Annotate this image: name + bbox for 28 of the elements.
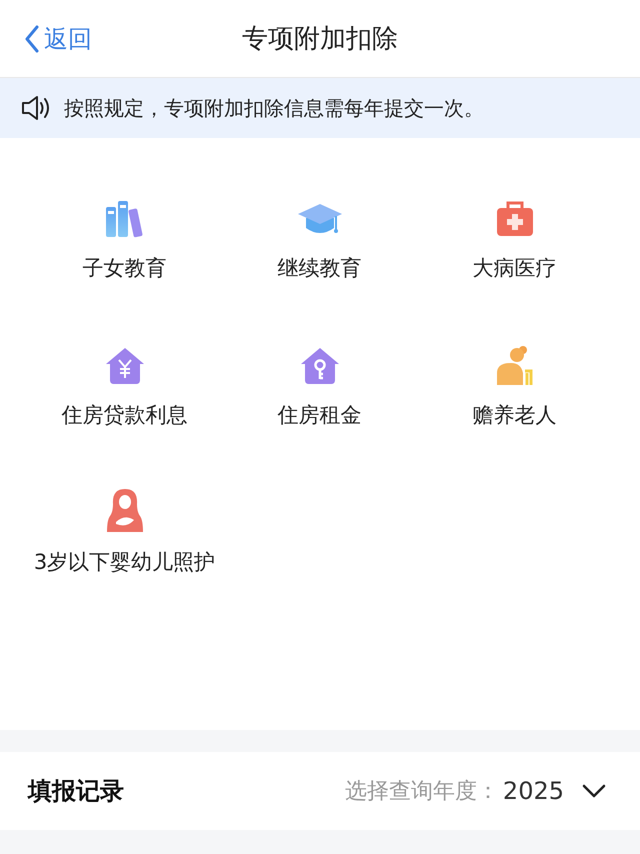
mother-with-baby-icon [106, 488, 142, 532]
category-label: 3岁以下婴幼儿照护 [32, 549, 216, 576]
back-button[interactable]: 返回 [24, 22, 92, 54]
category-item[interactable]: 3岁以下婴幼儿照护 [27, 490, 222, 637]
books-icon [104, 200, 146, 238]
records-title: 填报记录 [28, 776, 125, 807]
category-item[interactable]: 继续教育 [222, 196, 417, 343]
category-item[interactable]: 赡养老人 [417, 343, 612, 490]
elderly-person-icon [494, 345, 534, 385]
category-item[interactable]: 大病医疗 [417, 196, 612, 343]
category-label: 子女教育 [82, 255, 168, 282]
category-label: 住房租金 [276, 402, 362, 429]
category-label: 大病医疗 [472, 255, 558, 282]
notice-text: 按照规定，专项附加扣除信息需每年提交一次。 [64, 94, 484, 122]
first-aid-kit-icon [494, 200, 534, 238]
category-label: 继续教育 [276, 255, 362, 282]
back-chevron-icon [24, 24, 40, 52]
category-item[interactable]: 住房租金 [222, 343, 417, 490]
house-yen-icon [104, 347, 144, 385]
page-title: 专项附加扣除 [242, 24, 398, 54]
speaker-icon [20, 94, 52, 122]
chevron-down-icon [582, 784, 606, 798]
category-item[interactable]: 住房贷款利息 [27, 343, 222, 490]
year-selector[interactable]: 选择查询年度： 2025 [344, 776, 606, 806]
category-label: 赡养老人 [472, 402, 558, 429]
house-key-icon [300, 347, 340, 385]
category-label: 住房贷款利息 [60, 402, 188, 429]
category-item[interactable]: 子女教育 [27, 196, 222, 343]
